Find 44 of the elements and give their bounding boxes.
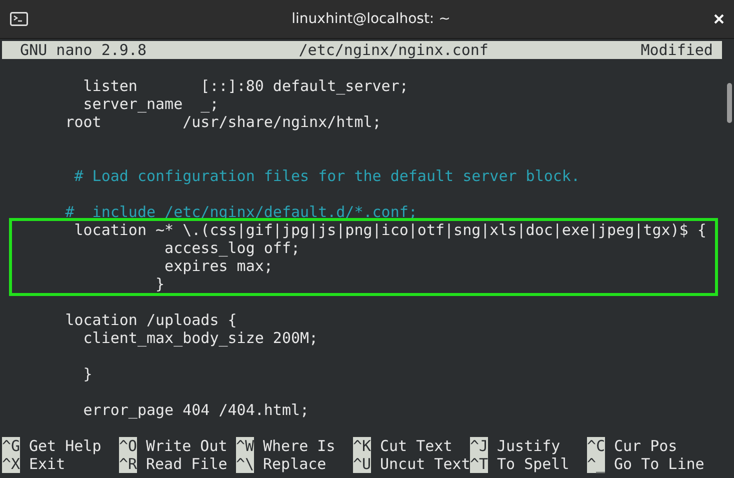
shortcut-label: To Spell — [496, 455, 570, 473]
code-line: expires max; — [164, 257, 273, 275]
shortcut-key: ^K — [353, 437, 371, 455]
shortcut-label: Write Out — [145, 437, 228, 455]
code-line: error_page 404 /404.html; — [82, 401, 310, 419]
shortcut-key: ^\ — [236, 455, 254, 473]
shortcut-key: ^U — [353, 455, 371, 473]
shortcut-label: Cur Pos — [613, 437, 678, 455]
terminal-icon[interactable] — [10, 12, 28, 26]
shortcut-key: ^J — [470, 437, 488, 455]
code-line: server_name _; — [82, 95, 219, 113]
window-title: linuxhint@localhost: ~ — [292, 11, 450, 27]
code-comment: # include /etc/nginx/default.d/*.conf; — [64, 203, 418, 221]
shortcut-label: Go To Line — [613, 455, 704, 473]
shortcut-label: Justify — [496, 437, 560, 455]
shortcut-key: ^W — [236, 437, 254, 455]
shortcut-label: Cut Text — [379, 437, 452, 455]
code-line: location ~* \.(css|gif|jpg|js|png|ico|otf|sng|xls|doc|exe|jpeg|tgx)$ { — [73, 221, 706, 239]
code-line: access_log off; — [164, 239, 300, 257]
shortcut-key: ^G — [2, 437, 20, 455]
shortcut-key: ^O — [119, 437, 137, 455]
code-line: listen [::]:80 default_server; — [82, 77, 408, 95]
shortcut-key: ^T — [470, 455, 488, 473]
shortcut-label: Uncut Text — [379, 455, 470, 473]
file-path: /etc/nginx/nginx.conf — [298, 41, 488, 59]
code-line: root /usr/share/nginx/html; — [64, 113, 382, 131]
code-line: client_max_body_size 200M; — [82, 329, 318, 347]
modified-status: Modified — [640, 41, 714, 59]
code-line: } — [154, 275, 165, 293]
shortcut-label: Where Is — [262, 437, 336, 455]
close-icon[interactable] — [714, 14, 724, 24]
nano-version: GNU nano 2.9.8 — [19, 41, 146, 59]
scrollbar-thumb[interactable] — [727, 83, 732, 123]
shortcut-label: Get Help — [28, 437, 102, 455]
shortcut-label: Read File — [145, 455, 228, 473]
shortcut-key: ^_ — [587, 455, 605, 473]
shortcut-label: Replace — [262, 455, 326, 473]
shortcut-key: ^R — [119, 455, 137, 473]
code-comment: # Load configuration files for the default server block. — [73, 167, 580, 185]
code-line: } — [82, 365, 92, 383]
shortcut-key: ^C — [587, 437, 605, 455]
shortcut-label: Exit — [28, 455, 66, 473]
code-line: location /uploads { — [64, 311, 237, 329]
shortcut-key: ^X — [2, 455, 20, 473]
